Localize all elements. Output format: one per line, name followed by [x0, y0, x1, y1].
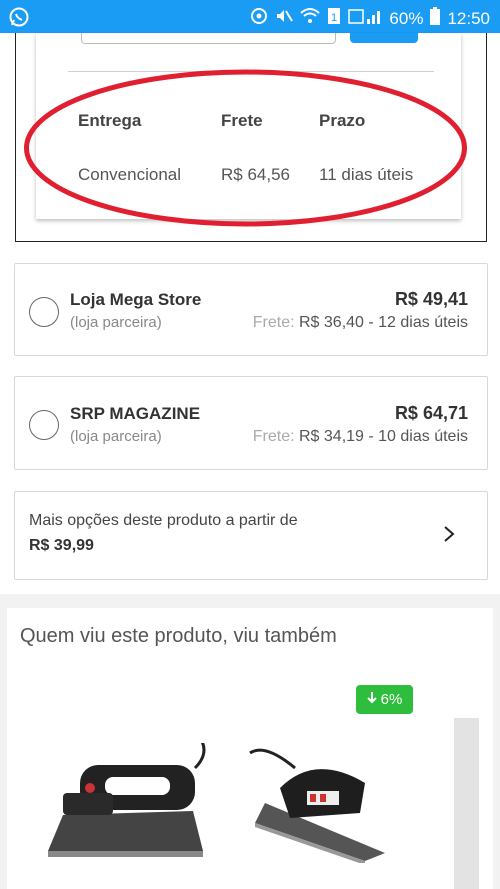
discount-value: 6% [380, 691, 403, 708]
freight-label: Frete: [252, 314, 295, 331]
offer-price: R$ 49,41 [394, 289, 468, 309]
store-type: (loja parceira) [70, 428, 162, 445]
chevron-right-icon [443, 525, 455, 548]
more-options-link[interactable]: Mais opções deste produto a partir de R$… [14, 491, 488, 580]
battery-icon [430, 7, 441, 30]
freight-detail: R$ 34,19 - 10 dias úteis [299, 428, 468, 445]
arrow-down-icon [366, 691, 377, 708]
store-name: SRP MAGAZINE [70, 404, 201, 423]
discount-badge: 6% [356, 685, 413, 714]
offer-freight: Frete: R$ 36,40 - 12 dias úteis [253, 314, 468, 332]
store-type: (loja parceira) [70, 314, 162, 331]
freight-label: Frete: [252, 428, 295, 445]
freight-detail: R$ 36,40 - 12 dias úteis [299, 314, 468, 331]
offer-price: R$ 64,71 [394, 403, 468, 423]
more-options-price: R$ 39,99 [29, 537, 94, 554]
sync-icon [250, 7, 268, 30]
offer-radio[interactable] [29, 297, 59, 327]
mute-icon [275, 7, 294, 30]
cep-input[interactable] [81, 33, 336, 44]
wifi-icon [300, 7, 321, 30]
offer-freight: Frete: R$ 34,19 - 10 dias úteis [253, 428, 468, 446]
cep-submit-button[interactable] [350, 33, 418, 43]
carousel-scrollbar[interactable] [454, 718, 479, 889]
signal-icon [348, 7, 382, 30]
recommendations-section: Quem viu este produto, viu também 6% [7, 608, 493, 889]
offer-card[interactable]: SRP MAGAZINE (loja parceira) R$ 64,71 Fr… [14, 376, 488, 470]
product-image[interactable] [45, 743, 215, 858]
highlight-ellipse [24, 69, 467, 227]
svg-text:1: 1 [331, 12, 337, 24]
status-bar: 1 60% 12:50 [0, 0, 500, 33]
battery-percent: 60% [389, 8, 424, 28]
offer-card[interactable]: Loja Mega Store (loja parceira) R$ 49,41… [14, 263, 488, 356]
store-name: Loja Mega Store [70, 290, 202, 309]
sim-icon: 1 [327, 7, 341, 30]
clock: 12:50 [447, 8, 490, 28]
product-image[interactable] [245, 743, 395, 863]
section-title: Quem viu este produto, viu também [20, 625, 337, 647]
whatsapp-icon [8, 6, 30, 33]
offer-radio[interactable] [29, 410, 59, 440]
more-options-text: Mais opções deste produto a partir de [29, 512, 298, 529]
